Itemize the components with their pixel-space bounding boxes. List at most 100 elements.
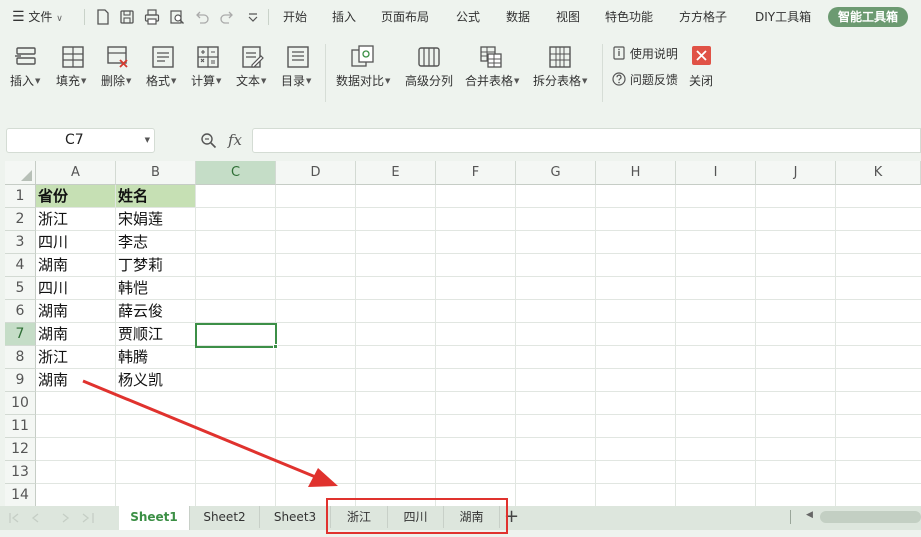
tab-fangfang-gezi[interactable]: 方方格子 — [679, 0, 727, 34]
toc-button[interactable] — [285, 44, 311, 70]
formula-input[interactable] — [252, 128, 921, 153]
row-header-11[interactable]: 11 — [5, 415, 36, 438]
column-header-a[interactable]: A — [36, 161, 116, 185]
insert-button[interactable] — [14, 44, 40, 70]
sheet-navigation-icon[interactable] — [8, 512, 104, 524]
fill-button[interactable] — [60, 44, 86, 70]
row-header-6[interactable]: 6 — [5, 300, 36, 323]
zoom-lookup-icon[interactable] — [200, 132, 217, 149]
print-icon[interactable] — [144, 9, 160, 25]
row-header-13[interactable]: 13 — [5, 461, 36, 484]
gridline — [36, 299, 921, 300]
column-header-c[interactable]: C — [196, 161, 276, 185]
tab-view[interactable]: 视图 — [556, 0, 580, 34]
row-header-5[interactable]: 5 — [5, 277, 36, 300]
cell-a6[interactable]: 湖南 — [36, 300, 68, 323]
row-header-7[interactable]: 7 — [5, 323, 36, 346]
delete-table-icon — [107, 46, 128, 68]
scroll-left-icon[interactable]: ◀ — [806, 510, 813, 520]
cell-b8[interactable]: 韩腾 — [116, 346, 148, 369]
column-header-f[interactable]: F — [436, 161, 516, 185]
cell-a3[interactable]: 四川 — [36, 231, 68, 254]
row-header-8[interactable]: 8 — [5, 346, 36, 369]
tab-formulas[interactable]: 公式 — [456, 0, 480, 34]
text-label: 文本 — [236, 74, 261, 88]
cell-a4[interactable]: 湖南 — [36, 254, 68, 277]
cell-b9[interactable]: 杨义凯 — [116, 369, 163, 392]
row-header-1[interactable]: 1 — [5, 185, 36, 208]
merge-tables-button[interactable] — [478, 44, 504, 70]
tab-data[interactable]: 数据 — [506, 0, 530, 34]
data-compare-button[interactable] — [349, 44, 377, 70]
feedback-button[interactable]: 问题反馈 — [612, 71, 678, 88]
cell-b2[interactable]: 宋娟莲 — [116, 208, 163, 231]
column-header-i[interactable]: I — [676, 161, 756, 185]
advanced-split-button[interactable] — [416, 44, 442, 70]
sheet-tab-sheet1[interactable]: Sheet1 — [119, 506, 190, 530]
new-document-icon[interactable] — [95, 9, 111, 25]
cell-b3[interactable]: 李志 — [116, 231, 148, 254]
row-header-12[interactable]: 12 — [5, 438, 36, 461]
cell-a2[interactable]: 浙江 — [36, 208, 68, 231]
close-button[interactable] — [692, 46, 711, 65]
column-header-b[interactable]: B — [116, 161, 196, 185]
chevron-down-icon[interactable]: ▼ — [145, 129, 150, 152]
fill-handle[interactable] — [273, 344, 278, 349]
cell-a9[interactable]: 湖南 — [36, 369, 68, 392]
sheet-tab-sheet2[interactable]: Sheet2 — [190, 506, 260, 528]
cell-b6[interactable]: 薛云俊 — [116, 300, 163, 323]
row-header-3[interactable]: 3 — [5, 231, 36, 254]
active-cell-c7[interactable] — [195, 323, 277, 348]
column-header-g[interactable]: G — [516, 161, 596, 185]
cell-a7[interactable]: 湖南 — [36, 323, 68, 346]
save-icon[interactable] — [119, 9, 135, 25]
select-all-corner[interactable] — [5, 161, 36, 185]
spreadsheet-grid[interactable]: A B C D E F G H I J K 1 2 3 4 5 6 7 8 9 … — [5, 161, 921, 506]
cell-b7[interactable]: 贾顺江 — [116, 323, 163, 346]
undo-icon[interactable] — [194, 9, 210, 25]
tab-home[interactable]: 开始 — [283, 0, 307, 34]
sheet-tab-sheet3[interactable]: Sheet3 — [260, 506, 331, 528]
delete-button[interactable] — [105, 44, 131, 70]
caret-down-icon: ▼ — [306, 77, 312, 85]
row-header-14[interactable]: 14 — [5, 484, 36, 506]
text-button[interactable] — [240, 44, 266, 70]
tab-insert[interactable]: 插入 — [332, 0, 356, 34]
format-icon — [152, 46, 174, 68]
cell-a8[interactable]: 浙江 — [36, 346, 68, 369]
column-header-d[interactable]: D — [276, 161, 356, 185]
cell-b5[interactable]: 韩恺 — [116, 277, 148, 300]
name-box[interactable]: C7 ▼ — [6, 128, 155, 153]
scroll-divider[interactable] — [790, 510, 791, 524]
annotation-highlight-box — [326, 498, 508, 534]
row-header-10[interactable]: 10 — [5, 392, 36, 415]
tab-smart-toolbox[interactable]: 智能工具箱 — [828, 7, 908, 27]
quick-access-dropdown-icon[interactable] — [245, 9, 261, 25]
calculate-button[interactable] — [195, 44, 221, 70]
split-table-button[interactable] — [547, 44, 573, 70]
cell-b1[interactable]: 姓名 — [116, 185, 196, 208]
print-preview-icon[interactable] — [169, 9, 185, 25]
tab-page-layout[interactable]: 页面布局 — [381, 0, 429, 34]
row-header-4[interactable]: 4 — [5, 254, 36, 277]
redo-icon[interactable] — [219, 9, 235, 25]
cell-a5[interactable]: 四川 — [36, 277, 68, 300]
insert-function-button[interactable]: fx — [228, 131, 242, 149]
file-menu[interactable]: ☰ 文件 ∨ — [12, 0, 63, 34]
cell-b4[interactable]: 丁梦莉 — [116, 254, 163, 277]
tab-diy-toolbox[interactable]: DIY工具箱 — [755, 0, 811, 34]
file-menu-label: 文件 — [28, 10, 53, 24]
column-header-e[interactable]: E — [356, 161, 436, 185]
tab-special-features[interactable]: 特色功能 — [605, 0, 653, 34]
caret-down-icon: ▼ — [582, 77, 588, 85]
column-header-j[interactable]: J — [756, 161, 836, 185]
row-header-2[interactable]: 2 — [5, 208, 36, 231]
horizontal-scrollbar[interactable] — [820, 511, 921, 523]
format-button[interactable] — [150, 44, 176, 70]
caret-down-icon: ▼ — [126, 77, 132, 85]
row-header-9[interactable]: 9 — [5, 369, 36, 392]
help-button[interactable]: 使用说明 — [612, 45, 678, 62]
column-header-k[interactable]: K — [836, 161, 921, 185]
cell-a1[interactable]: 省份 — [36, 185, 116, 208]
column-header-h[interactable]: H — [596, 161, 676, 185]
